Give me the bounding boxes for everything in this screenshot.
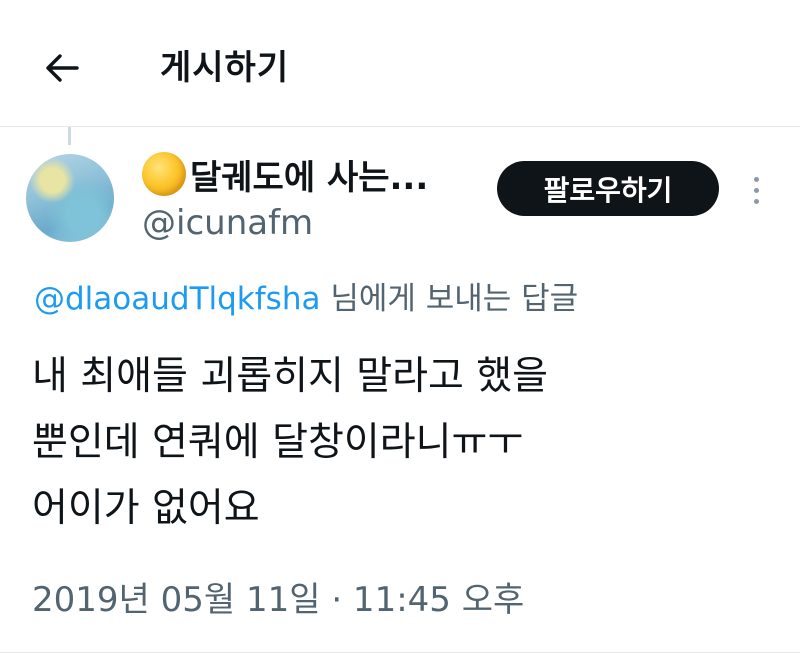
tweet-line: 뿐인데 연쿼에 달창이라니ㅠㅜ	[32, 420, 524, 465]
author-display-name[interactable]: 달궤도에 사는...	[142, 148, 428, 200]
author-handle[interactable]: @icunafm	[142, 200, 313, 246]
tweet-timestamp[interactable]: 2019년 05월 11일 · 11:45 오후	[32, 574, 524, 626]
more-vertical-icon	[753, 187, 759, 193]
tweet-text: 내 최애들 괴롭히지 말라고 했을 뿐인데 연쿼에 달창이라니ㅠㅜ 어이가 없어…	[32, 344, 772, 542]
page-title: 게시하기	[160, 48, 290, 88]
arrow-left-icon	[46, 54, 79, 82]
full-moon-icon	[142, 152, 186, 196]
replying-to-suffix: 님에게 보내는 답글	[320, 281, 579, 317]
mention-link[interactable]: @dlaoaudTlqkfsha	[34, 281, 320, 317]
tweet-line: 내 최애들 괴롭히지 말라고 했을	[32, 354, 549, 399]
more-options-button[interactable]	[744, 168, 768, 212]
back-button[interactable]	[38, 44, 86, 92]
author-name-text: 달궤도에 사는...	[190, 157, 429, 198]
replying-to: @dlaoaudTlqkfsha 님에게 보내는 답글	[34, 275, 578, 323]
tweet-line: 어이가 없어요	[32, 486, 260, 531]
more-vertical-icon	[753, 198, 759, 204]
avatar[interactable]	[26, 154, 114, 242]
top-bar: 게시하기	[0, 0, 800, 127]
divider	[0, 652, 800, 653]
follow-button[interactable]: 팔로우하기	[497, 161, 719, 216]
thread-connector-line	[68, 127, 71, 145]
more-vertical-icon	[753, 176, 759, 182]
